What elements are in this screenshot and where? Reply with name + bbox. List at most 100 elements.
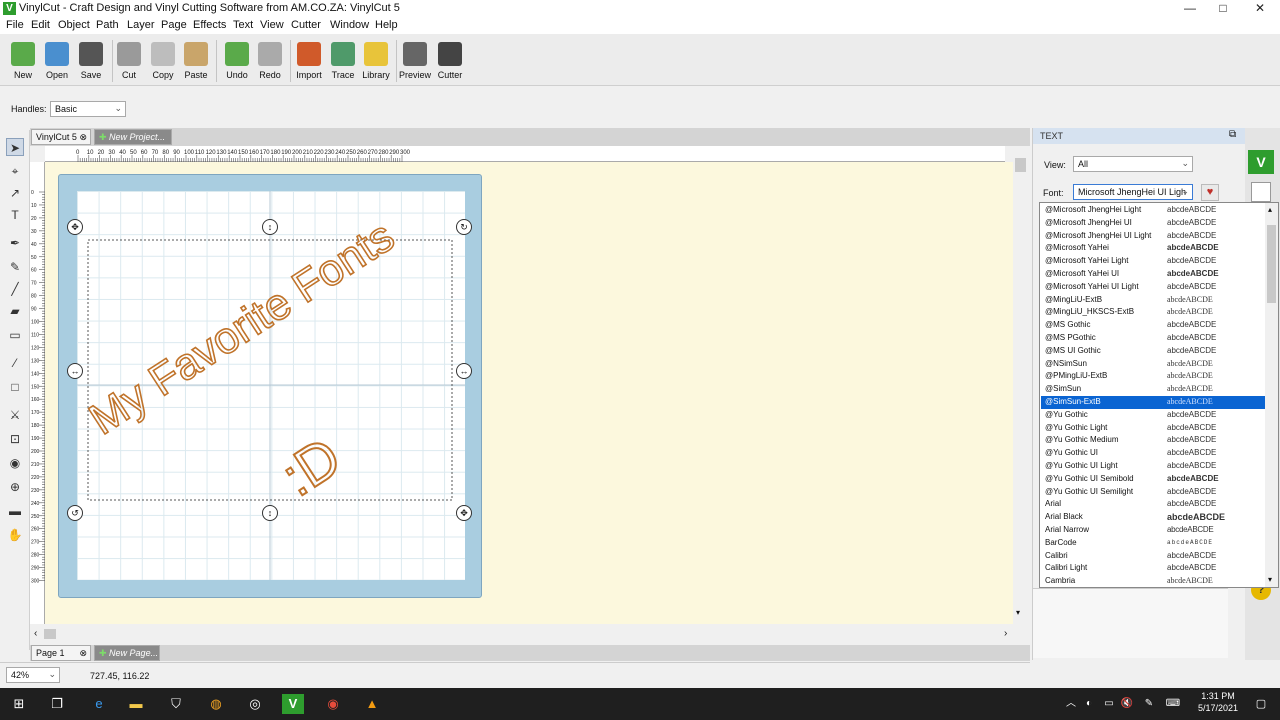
menu-page[interactable]: Page	[161, 19, 187, 31]
scale-horizontal-handle-icon[interactable]: ↔	[456, 363, 472, 379]
font-select[interactable]: Microsoft JhengHei UI Ligh ⌄	[1073, 184, 1193, 200]
list-item[interactable]: @Microsoft JhengHei Light abcdeABCDE	[1041, 204, 1266, 217]
contour-tool-icon[interactable]: ◉	[6, 454, 24, 472]
list-item[interactable]: @Microsoft JhengHei UI Light abcdeABCDE	[1041, 230, 1266, 243]
paste-button[interactable]: Paste	[179, 39, 213, 85]
notification-icon[interactable]: ▢	[1250, 694, 1272, 714]
scroll-thumb[interactable]	[1015, 158, 1026, 172]
tab-new-page[interactable]: ✚ New Page...	[94, 645, 160, 661]
transform-tool-icon[interactable]: ↗	[6, 184, 24, 202]
pen-tool-icon[interactable]: ✒	[6, 234, 24, 252]
keyboard-icon[interactable]: ⌨	[1162, 694, 1184, 714]
weld-tool-icon[interactable]: ⊡	[6, 430, 24, 448]
library-button[interactable]: Library	[359, 39, 393, 85]
edge-browser-icon[interactable]: e	[88, 694, 110, 714]
trace-button[interactable]: Trace	[326, 39, 360, 85]
list-item[interactable]: @Microsoft YaHei UI abcdeABCDE	[1041, 268, 1266, 281]
preview-button[interactable]: Preview	[398, 39, 432, 85]
horizontal-scrollbar[interactable]: ‹ ›	[30, 626, 1015, 642]
eyedropper-tool-icon[interactable]: ⁄	[6, 354, 24, 372]
list-item[interactable]: @Yu Gothic Medium abcdeABCDE	[1041, 434, 1266, 447]
task-view-icon[interactable]: ❐	[46, 694, 68, 714]
list-item[interactable]: Cambria abcdeABCDE	[1041, 575, 1266, 587]
list-item[interactable]: @NSimSun abcdeABCDE	[1041, 358, 1266, 371]
list-item[interactable]: Calibri abcdeABCDE	[1041, 550, 1266, 563]
menu-text[interactable]: Text	[233, 19, 253, 31]
scroll-thumb[interactable]	[44, 629, 56, 639]
list-item[interactable]: @Microsoft YaHei abcdeABCDE	[1041, 242, 1266, 255]
document-icon[interactable]	[1251, 182, 1271, 202]
list-item[interactable]: @MS PGothic abcdeABCDE	[1041, 332, 1266, 345]
pencil-tool-icon[interactable]: ✎	[6, 258, 24, 276]
list-item[interactable]: @Microsoft YaHei UI Light abcdeABCDE	[1041, 281, 1266, 294]
zoom-tool-icon[interactable]: ⊕	[6, 478, 24, 496]
list-item[interactable]: @Microsoft JhengHei UI abcdeABCDE	[1041, 217, 1266, 230]
app-circle-icon[interactable]: ◎	[244, 694, 266, 714]
tab-page-1[interactable]: Page 1 ⊗	[31, 645, 91, 661]
font-dropdown-list[interactable]: @Microsoft JhengHei Light abcdeABCDE @Mic…	[1039, 202, 1279, 588]
import-button[interactable]: Import	[292, 39, 326, 85]
shape-tool-icon[interactable]: ▭	[6, 326, 24, 344]
list-item-selected[interactable]: @SimSun-ExtB abcdeABCDE	[1041, 396, 1266, 409]
windows-start-icon[interactable]: ⊞	[8, 694, 30, 714]
volume-muted-icon[interactable]: 🔇	[1116, 694, 1138, 714]
redo-button[interactable]: Redo	[253, 39, 287, 85]
chrome-icon[interactable]: ◉	[322, 694, 344, 714]
menu-path[interactable]: Path	[96, 19, 119, 31]
dropdown-scrollbar[interactable]: ▴ ▾	[1265, 203, 1278, 587]
close-button[interactable]: ✕	[1242, 0, 1278, 18]
scroll-down-arrow-icon[interactable]: ▾	[1016, 608, 1020, 617]
app-orange-icon[interactable]: ◍	[205, 694, 227, 714]
store-icon[interactable]: ⛉	[165, 694, 187, 714]
list-item[interactable]: @SimSun abcdeABCDE	[1041, 383, 1266, 396]
resize-handle-icon[interactable]: ✥	[456, 505, 472, 521]
knife-tool-icon[interactable]: ⚔	[6, 406, 24, 424]
list-item[interactable]: @MS UI Gothic abcdeABCDE	[1041, 345, 1266, 358]
eraser-tool-icon[interactable]: ▰	[6, 302, 24, 320]
menu-effects[interactable]: Effects	[193, 19, 226, 31]
list-item[interactable]: Calibri Light abcdeABCDE	[1041, 562, 1266, 575]
node-edit-tool-icon[interactable]: ⌖	[6, 162, 24, 180]
menu-object[interactable]: Object	[58, 19, 90, 31]
list-item[interactable]: @Yu Gothic Light abcdeABCDE	[1041, 422, 1266, 435]
tray-app-icon[interactable]: ◐	[1078, 694, 1100, 714]
menu-window[interactable]: Window	[330, 19, 369, 31]
rotate-handle-icon[interactable]: ↻	[456, 219, 472, 235]
move-handle-icon[interactable]: ✥	[67, 219, 83, 235]
rectangle-tool-icon[interactable]: □	[6, 378, 24, 396]
scale-vertical-handle-icon[interactable]: ↕	[262, 219, 278, 235]
list-item[interactable]: Arial Black abcdeABCDE	[1041, 511, 1266, 524]
list-item[interactable]: Arial Narrow abcdeABCDE	[1041, 524, 1266, 537]
list-item[interactable]: @MS Gothic abcdeABCDE	[1041, 319, 1266, 332]
cut-button[interactable]: Cut	[112, 39, 146, 85]
view-select[interactable]: All ⌄	[1073, 156, 1193, 172]
tab-new-project[interactable]: ✚ New Project...	[94, 129, 172, 145]
menu-view[interactable]: View	[260, 19, 284, 31]
copy-button[interactable]: Copy	[146, 39, 180, 85]
menu-help[interactable]: Help	[375, 19, 398, 31]
undo-button[interactable]: Undo	[220, 39, 254, 85]
scale-horizontal-handle-icon[interactable]: ↔	[67, 363, 83, 379]
menu-cutter[interactable]: Cutter	[291, 19, 321, 31]
list-item[interactable]: @Yu Gothic abcdeABCDE	[1041, 409, 1266, 422]
zoom-select[interactable]: 42% ⌄	[6, 667, 60, 683]
clock[interactable]: 1:31 PM 5/17/2021	[1196, 691, 1240, 713]
pen-icon[interactable]: ✎	[1138, 694, 1160, 714]
minimize-button[interactable]: —	[1172, 0, 1208, 18]
menu-layer[interactable]: Layer	[127, 19, 155, 31]
maximize-button[interactable]: □	[1205, 0, 1241, 18]
list-item[interactable]: @Yu Gothic UI abcdeABCDE	[1041, 447, 1266, 460]
text-tool-icon[interactable]: T	[6, 206, 24, 224]
list-item[interactable]: @MingLiU-ExtB abcdeABCDE	[1041, 294, 1266, 307]
list-item[interactable]: @Microsoft YaHei Light abcdeABCDE	[1041, 255, 1266, 268]
scroll-thumb[interactable]	[1267, 225, 1276, 303]
list-item[interactable]: @PMingLiU-ExtB abcdeABCDE	[1041, 370, 1266, 383]
list-item[interactable]: Arial abcdeABCDE	[1041, 498, 1266, 511]
list-item[interactable]: @Yu Gothic UI Semibold abcdeABCDE	[1041, 473, 1266, 486]
menu-file[interactable]: File	[6, 19, 24, 31]
list-item[interactable]: @Yu Gothic UI Light abcdeABCDE	[1041, 460, 1266, 473]
vinylcut-taskbar-icon[interactable]: V	[282, 694, 304, 714]
scroll-up-arrow-icon[interactable]: ▴	[1268, 205, 1272, 214]
scroll-right-arrow-icon[interactable]: ›	[1004, 628, 1007, 639]
close-tab-icon[interactable]: ⊗	[79, 130, 87, 144]
